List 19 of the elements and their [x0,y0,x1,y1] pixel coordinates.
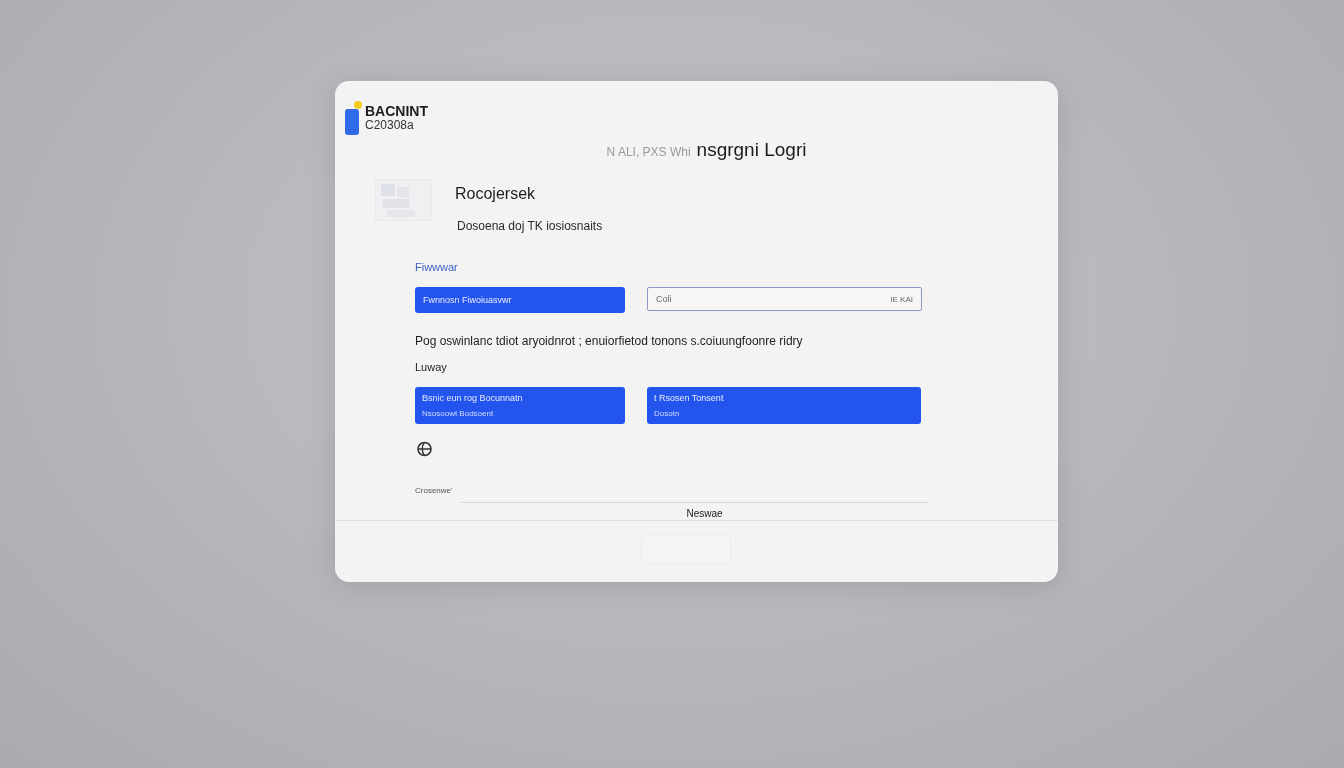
logo-code: C20308a [365,118,415,132]
logo-name: BACNINT [365,104,428,118]
option-card[interactable]: Bsnic eun rog Bocunnatn Nsosoowt Bodsoent [415,387,625,424]
logo-icon [344,99,364,137]
input-field[interactable]: Coli IE KAI [647,287,922,311]
field-suffix: IE KAI [890,294,913,304]
description-text: Pog oswinlanc tdiot aryoidnrot ; enuiorfietod tonons s.coiuungfoonre ridry [415,334,804,348]
globe-icon[interactable] [416,440,433,457]
section-heading: Rocojersek [455,185,537,203]
signature-label: Crosenwe' [415,486,453,497]
field-value: Coli [656,294,672,304]
page-title: nsgrgni Logri [696,139,807,161]
footer-text: Neswae [686,508,723,519]
primary-button[interactable]: Fwnnosn Fiwoiuasvwr [415,287,625,313]
field-label: Fiwwwar [415,261,459,273]
title-prefix: N ALI, PXS Whi [606,145,691,159]
option-card[interactable]: t Rsosen Tonsent Dosotn [647,387,921,424]
options-label: Luway [415,361,448,373]
section-subtitle: Dosoena doj TK iosiosnaits [457,219,603,233]
